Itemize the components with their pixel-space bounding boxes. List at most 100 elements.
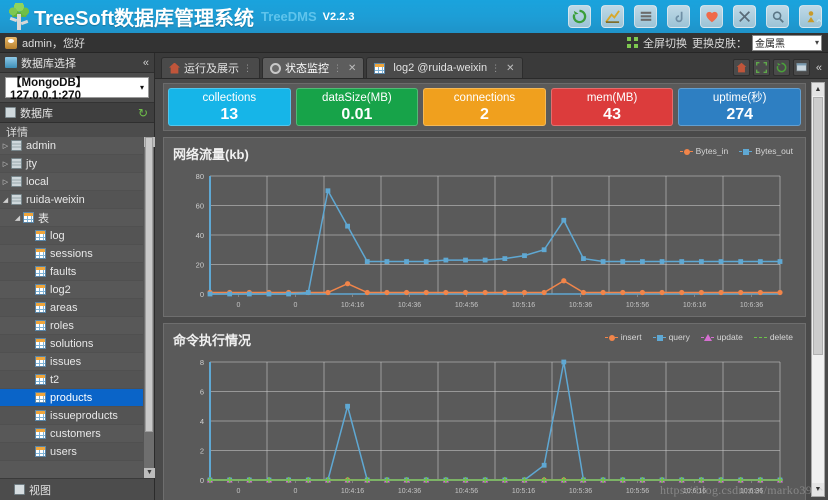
tab-状态监控[interactable]: 状态监控 ⋮ ✕ (262, 57, 365, 78)
tree-item-local[interactable]: ▷ local (0, 173, 154, 191)
legend-label: delete (769, 332, 793, 342)
stat-card-row: collections 13 dataSize(MB) 0.01 connections… (163, 83, 806, 131)
refresh-tree-icon[interactable]: ↻ (138, 106, 154, 120)
search-icon[interactable] (766, 5, 789, 28)
stat-card-collections[interactable]: collections 13 (168, 88, 291, 126)
svg-text:10:4:36: 10:4:36 (398, 302, 421, 309)
tree-item-faults[interactable]: faults (0, 263, 154, 281)
tree-item-label: jty (26, 157, 37, 170)
svg-text:4: 4 (200, 417, 204, 426)
db-connection-select[interactable]: 【MongoDB】127.0.0.1:270 ▾ (5, 77, 149, 102)
database-tree[interactable]: ▷ admin ▷ jty ▷ local ◢ ruida-weixin ◢ 表 log sessio… (0, 137, 154, 478)
legend-item-delete[interactable]: delete (753, 332, 793, 342)
sidebar: 数据库选择 « 【MongoDB】127.0.0.1:270 ▾ 数据库 ↻ 详… (0, 53, 155, 500)
tree-item-label: users (50, 445, 77, 458)
app-version: V2.2.3 (322, 10, 355, 23)
scroll-down-icon[interactable]: ▼ (144, 468, 155, 478)
tree-item-admin[interactable]: ▷ admin (0, 137, 154, 155)
stat-card-connections[interactable]: connections 2 (423, 88, 546, 126)
tree-item-label: solutions (50, 337, 94, 350)
fullscreen-label[interactable]: 全屏切换 (643, 35, 687, 51)
tree-item-products[interactable]: products (0, 389, 154, 407)
tree-item-label: log2 (50, 283, 71, 296)
tab-bar: 运行及展示 ⋮ 状态监控 ⋮ ✕ log2 @ruida-weixin ⋮ ✕ « (155, 53, 828, 79)
stat-card-datasizemb[interactable]: dataSize(MB) 0.01 (295, 88, 419, 126)
moon-icon[interactable] (667, 5, 690, 28)
sidebar-item-views[interactable]: 视图 (0, 478, 154, 500)
stat-card-value: 274 (726, 105, 754, 123)
tools-icon[interactable] (733, 5, 756, 28)
refresh-icon[interactable] (568, 5, 591, 28)
stat-card-uptime秒[interactable]: uptime(秒) 274 (678, 88, 801, 126)
legend-item-insert[interactable]: insert (604, 332, 642, 342)
tree-item-label: issueproducts (50, 409, 118, 422)
tree-item-ruida-weixin[interactable]: ◢ ruida-weixin (0, 191, 154, 209)
tree-item-areas[interactable]: areas (0, 299, 154, 317)
tree-item-solutions[interactable]: solutions (0, 335, 154, 353)
header-collapse-icon[interactable]: ⌃ (814, 18, 824, 30)
list-icon[interactable] (634, 5, 657, 28)
refresh-icon[interactable] (772, 59, 790, 76)
scrollbar-thumb[interactable] (145, 137, 153, 432)
tree-item-users[interactable]: users (0, 443, 154, 461)
chevron-down-icon[interactable]: ◢ (0, 196, 11, 204)
home-icon[interactable] (732, 59, 750, 76)
chevron-down-icon[interactable]: ◢ (12, 214, 23, 222)
chevron-right-icon[interactable]: ▷ (0, 160, 11, 168)
svg-text:80: 80 (196, 172, 204, 181)
tree-item-roles[interactable]: roles (0, 317, 154, 335)
stat-card-label: connections (453, 91, 516, 104)
legend-item-bytes-in[interactable]: Bytes_in (679, 146, 728, 156)
scrollbar-thumb[interactable] (813, 97, 823, 355)
tree-item-jty[interactable]: ▷ jty (0, 155, 154, 173)
tree-item-issues[interactable]: issues (0, 353, 154, 371)
tree-item-label: log (50, 229, 65, 242)
stat-card-memmb[interactable]: mem(MB) 43 (550, 88, 674, 126)
table-icon (35, 248, 46, 259)
fullscreen-icon[interactable] (627, 37, 638, 48)
svg-text:10:4:56: 10:4:56 (455, 302, 478, 309)
close-icon[interactable]: ✕ (506, 63, 514, 74)
tabbar-collapse-icon[interactable]: « (813, 62, 825, 74)
tab-toolbar: « (732, 59, 828, 78)
legend-item-update[interactable]: update (700, 332, 743, 342)
tree-item-customers[interactable]: customers (0, 425, 154, 443)
table-icon (35, 446, 46, 457)
chart-icon[interactable] (601, 5, 624, 28)
tree-item-issueproducts[interactable]: issueproducts (0, 407, 154, 425)
tree-item-label: faults (50, 265, 77, 278)
close-icon[interactable]: ✕ (348, 63, 356, 74)
fullscreen-icon[interactable] (752, 59, 770, 76)
tab-log2 @ruida-weixin[interactable]: log2 @ruida-weixin ⋮ ✕ (366, 57, 523, 78)
table-icon (35, 302, 46, 313)
folder-table-icon (23, 212, 34, 223)
tab-menu-icon[interactable]: ⋮ (333, 63, 342, 74)
chevron-right-icon[interactable]: ▷ (0, 142, 11, 150)
tree-item-log[interactable]: log (0, 227, 154, 245)
tree-scrollbar[interactable]: ▲ ▼ (143, 137, 155, 478)
legend-label: query (668, 332, 690, 342)
chevron-right-icon[interactable]: ▷ (0, 178, 11, 186)
content-area: collections 13 dataSize(MB) 0.01 connections… (155, 79, 828, 500)
scroll-up-icon[interactable]: ▲ (812, 83, 824, 96)
tree-item-log2[interactable]: log2 (0, 281, 154, 299)
heart-icon[interactable] (700, 5, 723, 28)
tree-item-t2[interactable]: t2 (0, 371, 154, 389)
svg-text:0: 0 (294, 302, 298, 309)
content-scrollbar[interactable]: ▲ ▼ (811, 82, 825, 497)
tab-运行及展示[interactable]: 运行及展示 ⋮ (161, 57, 260, 78)
sidebar-collapse-icon[interactable]: « (143, 57, 154, 69)
skin-value: 金属黑 (755, 39, 785, 50)
tab-menu-icon[interactable]: ⋮ (243, 63, 252, 74)
legend-item-bytes-out[interactable]: Bytes_out (739, 146, 793, 156)
skin-select[interactable]: 金属黑 ▾ (752, 34, 822, 51)
chart-title: 网络流量(kb) (173, 147, 249, 162)
corner-collapse-icon[interactable]: ⌃ (816, 486, 825, 499)
tree-item-sessions[interactable]: sessions (0, 245, 154, 263)
sidebar-panel-title: 数据库选择 (21, 57, 76, 70)
tree-item-表[interactable]: ◢ 表 (0, 209, 154, 227)
header-toolbar (568, 5, 828, 28)
legend-item-query[interactable]: query (652, 332, 690, 342)
window-icon[interactable] (792, 59, 810, 76)
tab-menu-icon[interactable]: ⋮ (491, 63, 500, 74)
